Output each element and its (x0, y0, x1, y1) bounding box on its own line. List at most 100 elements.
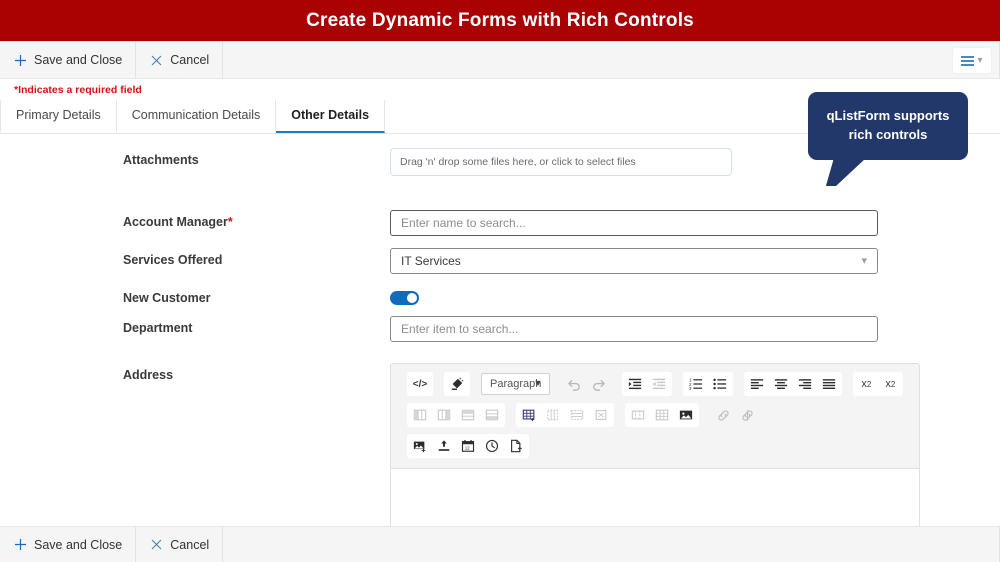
table-insert-column-left-icon[interactable] (408, 403, 432, 427)
field-label-services-offered: Services Offered (123, 253, 223, 267)
callout-line-2: rich controls (848, 126, 928, 142)
table-insert-column-right-icon[interactable] (432, 403, 456, 427)
tab-primary-details-label: Primary Details (16, 108, 101, 122)
page-banner: Create Dynamic Forms with Rich Controls (0, 0, 1000, 41)
cancel-button-bottom[interactable]: Cancel (136, 527, 224, 562)
tab-communication-details-label: Communication Details (131, 108, 261, 122)
table-insert-row-below-icon[interactable] (480, 403, 504, 427)
field-label-account-manager: Account Manager* (0, 210, 390, 229)
field-department: Department Enter item to search... (0, 316, 1000, 342)
rte-group-media (625, 403, 699, 427)
table-properties-icon[interactable] (650, 403, 674, 427)
attachments-dropzone[interactable]: Drag 'n' drop some files here, or click … (390, 148, 732, 176)
field-control-account-manager: Enter name to search... (390, 210, 1000, 236)
save-and-close-label-top: Save and Close (34, 53, 123, 67)
source-code-icon[interactable]: </> (408, 372, 432, 396)
table-icon[interactable] (517, 403, 541, 427)
hamburger-icon (961, 55, 975, 66)
calendar-icon[interactable]: 12 (456, 434, 480, 458)
caret-icon: ▼ (533, 378, 543, 388)
close-icon (149, 538, 163, 552)
new-document-icon[interactable] (504, 434, 528, 458)
account-manager-input[interactable]: Enter name to search... (390, 210, 878, 236)
save-and-close-button-bottom[interactable]: Save and Close (0, 527, 137, 562)
image-icon[interactable] (674, 403, 698, 427)
unlink-icon[interactable] (735, 403, 759, 427)
rte-group-indent (622, 372, 673, 396)
table-delete-icon[interactable] (589, 403, 613, 427)
toggle-knob (407, 293, 417, 303)
field-account-manager: Account Manager* Enter name to search... (0, 210, 1000, 236)
plus-icon (13, 538, 27, 552)
table-merge-cells-icon[interactable] (626, 403, 650, 427)
cancel-button-top[interactable]: Cancel (136, 42, 224, 78)
table-delete-column-icon[interactable] (541, 403, 565, 427)
required-asterisk: * (227, 215, 233, 229)
save-and-close-label-bottom: Save and Close (34, 537, 123, 552)
indent-increase-icon[interactable] (623, 372, 647, 396)
subscript-icon[interactable]: x2 (854, 372, 878, 396)
command-bar-spacer (223, 42, 1000, 78)
services-offered-select[interactable]: IT Services ▾ (390, 248, 878, 274)
remove-format-icon[interactable] (445, 372, 469, 396)
rte-group-source: </> (407, 372, 433, 396)
insert-image-icon[interactable] (408, 434, 432, 458)
new-customer-toggle[interactable] (390, 291, 419, 305)
tab-communication-details[interactable]: Communication Details (117, 100, 277, 133)
callout-line-1: qListForm supports (826, 108, 950, 123)
callout-bubble: qListForm supports rich controls (808, 92, 968, 186)
table-delete-row-icon[interactable] (565, 403, 589, 427)
paragraph-style-dropdown[interactable]: Paragraph ▼ (481, 373, 551, 395)
footer-spacer (223, 527, 1000, 562)
rte-group-inserts: 12 (407, 434, 529, 458)
account-manager-placeholder: Enter name to search... (401, 216, 526, 230)
redo-icon[interactable] (586, 372, 610, 396)
align-left-icon[interactable] (745, 372, 769, 396)
field-control-new-customer (390, 286, 1000, 305)
svg-text:3: 3 (689, 386, 692, 391)
field-label-attachments: Attachments (123, 153, 199, 167)
chevron-down-icon: ▾ (977, 54, 983, 66)
superscript-icon[interactable]: x2 (878, 372, 902, 396)
align-center-icon[interactable] (769, 372, 793, 396)
plus-icon (13, 53, 27, 67)
field-control-services-offered: IT Services ▾ (390, 248, 1000, 274)
undo-icon[interactable] (562, 372, 586, 396)
cancel-label-bottom: Cancel (170, 537, 210, 552)
rte-group-table-ops (516, 403, 614, 427)
clock-icon[interactable] (480, 434, 504, 458)
rte-toolbar: </> Paragraph ▼ 1 2 3 x 2 x 2 12 (391, 364, 920, 469)
close-icon (149, 53, 163, 67)
cancel-label-top: Cancel (170, 53, 210, 67)
rte-group-lists: 123 (683, 372, 734, 396)
save-and-close-button-top[interactable]: Save and Close (0, 42, 137, 78)
indent-decrease-icon[interactable] (647, 372, 671, 396)
rte-group-table-insert (407, 403, 505, 427)
page-title: Create Dynamic Forms with Rich Controls (306, 9, 694, 31)
link-icon[interactable] (711, 403, 735, 427)
overflow-menu-button[interactable]: ▾ (952, 47, 992, 74)
tab-other-details[interactable]: Other Details (276, 100, 386, 133)
account-manager-label-text: Account Manager (123, 215, 228, 229)
top-command-bar: Save and Close Cancel ▾ (0, 42, 1000, 79)
field-label-address: Address (123, 368, 174, 382)
align-justify-icon[interactable] (817, 372, 841, 396)
department-input[interactable]: Enter item to search... (390, 316, 878, 342)
tab-primary-details[interactable]: Primary Details (0, 100, 117, 133)
field-services-offered: Services Offered IT Services ▾ (0, 248, 1000, 274)
chevron-down-icon: ▾ (861, 254, 867, 267)
upload-icon[interactable] (432, 434, 456, 458)
services-offered-value: IT Services (401, 254, 461, 268)
field-label-new-customer: New Customer (123, 291, 211, 305)
field-control-address: </> Paragraph ▼ 1 2 3 x 2 x 2 12 (390, 363, 1000, 526)
bulleted-list-icon[interactable] (708, 372, 732, 396)
rte-group-remove-format (444, 372, 470, 396)
align-right-icon[interactable] (793, 372, 817, 396)
field-control-department: Enter item to search... (390, 316, 1000, 342)
address-editor-body[interactable] (391, 469, 920, 526)
address-rich-text-editor: </> Paragraph ▼ 1 2 3 x 2 x 2 12 (390, 363, 921, 526)
rte-group-link (710, 403, 760, 427)
rte-group-align (744, 372, 843, 396)
ordered-list-icon[interactable]: 123 (684, 372, 708, 396)
table-insert-row-above-icon[interactable] (456, 403, 480, 427)
